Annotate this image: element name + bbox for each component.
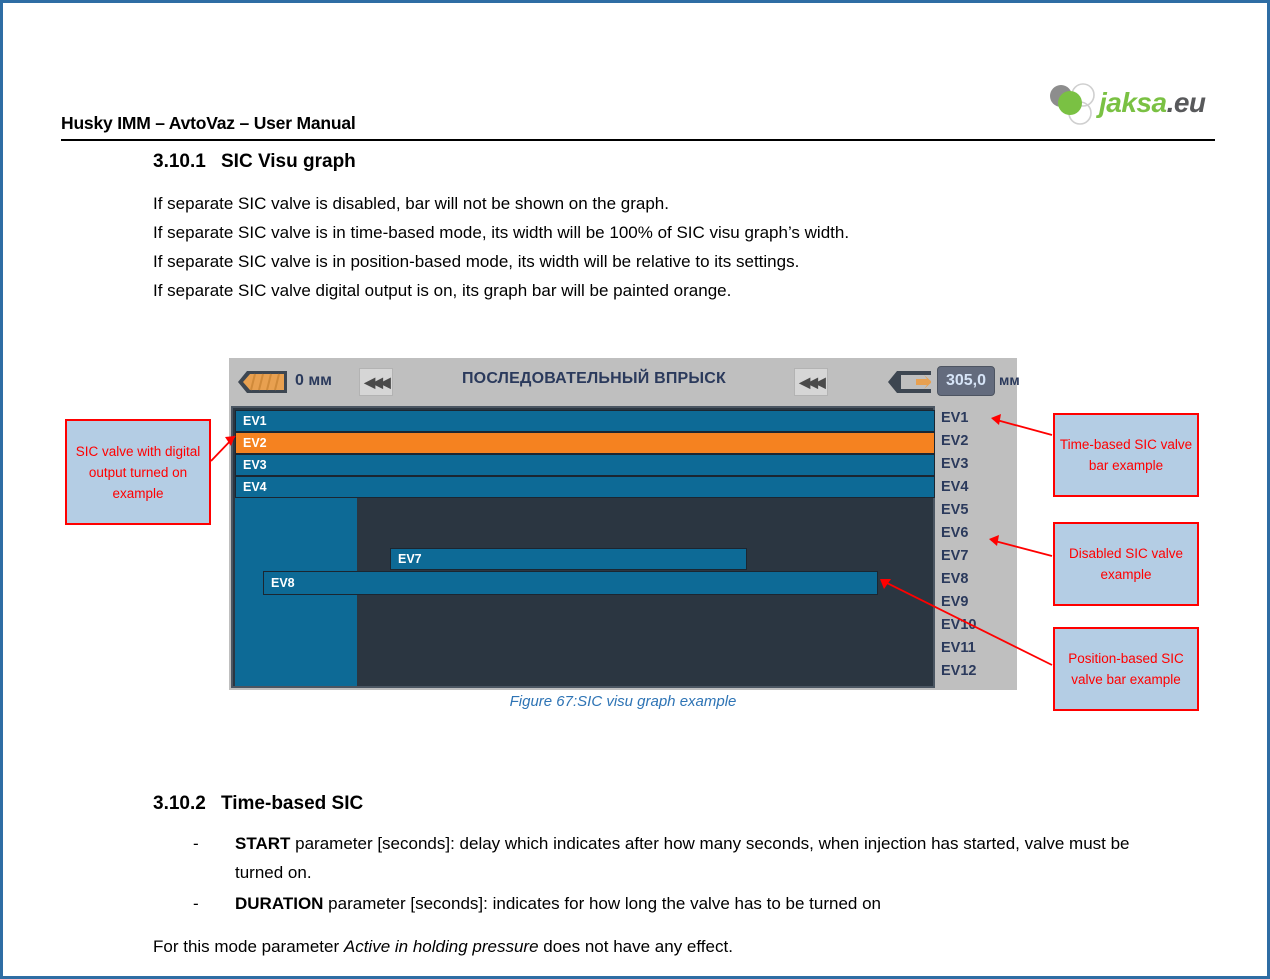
ev-label: EV9 <box>941 594 969 610</box>
jaksa-logo: jaksa.eu <box>1047 81 1215 127</box>
intro-line: If separate SIC valve digital output is … <box>153 281 732 300</box>
sic-visu-graph-panel: EV1 EV2 EV3 EV4 EV7 EV8 <box>231 406 935 688</box>
sic-bar-ev4[interactable]: EV4 <box>235 476 935 498</box>
bullet-list: - START parameter [seconds]: delay which… <box>193 829 1153 920</box>
ev-label: EV2 <box>941 433 969 449</box>
logo-name-suffix: .eu <box>1166 87 1206 118</box>
bullet-text: parameter [seconds]: indicates for how l… <box>323 894 882 913</box>
screw-position-right-value: 305,0 <box>945 372 987 389</box>
ev-label: EV10 <box>941 617 977 633</box>
ev-label: EV3 <box>941 456 969 472</box>
jaksa-logo-text: jaksa.eu <box>1099 87 1206 119</box>
sic-bar-ev1[interactable]: EV1 <box>235 410 935 432</box>
imm-screen-figure: 0 мм ◀◀◀ ПОСЛЕДОВАТЕЛЬНЫЙ ВПРЫСК ◀◀◀ 305… <box>229 358 1020 690</box>
sic-bar-ev3[interactable]: EV3 <box>235 454 935 476</box>
sic-bar-label: EV1 <box>243 414 267 428</box>
bullet-dash: - <box>193 894 199 913</box>
screw-position-left-value: 0 мм <box>295 372 333 389</box>
ev-label: EV7 <box>941 548 969 564</box>
screen-topbar: 0 мм ◀◀◀ ПОСЛЕДОВАТЕЛЬНЫЙ ВПРЫСК ◀◀◀ 305… <box>229 358 1020 406</box>
bullet-term: START <box>235 834 291 853</box>
chevron-left-icon: ◀◀◀ <box>364 373 390 390</box>
section-heading-3-10-2: 3.10.2 Time-based SIC <box>153 793 363 815</box>
chevron-right-button[interactable]: ◀◀◀ <box>794 368 828 396</box>
sic-bar-ev8[interactable]: EV8 <box>263 571 878 595</box>
document-page: Husky IMM – AvtoVaz – User Manual jaksa.… <box>0 0 1270 979</box>
closing-note-pre: For this mode parameter <box>153 937 344 956</box>
ev-label: EV11 <box>941 640 976 656</box>
sic-bar-label: EV3 <box>243 458 267 472</box>
sic-bar-ev7[interactable]: EV7 <box>390 548 747 570</box>
screw-barrel-left-icon <box>238 371 287 393</box>
screen-title: ПОСЛЕДОВАТЕЛЬНЫЙ ВПРЫСК <box>461 370 726 387</box>
ev-label: EV6 <box>941 525 969 541</box>
chevron-right-icon: ◀◀◀ <box>799 373 825 390</box>
header-divider <box>61 139 1215 141</box>
sic-bar-label: EV2 <box>243 436 267 450</box>
ev-label: EV12 <box>941 663 977 679</box>
section-heading-3-10-1: 3.10.1 SIC Visu graph <box>153 151 356 173</box>
bullet-dash: - <box>193 834 199 853</box>
sic-bar-label: EV4 <box>243 480 267 494</box>
sic-bar-ev2[interactable]: EV2 <box>235 432 935 454</box>
ev-label: EV8 <box>941 571 969 587</box>
page-header-title: Husky IMM – AvtoVaz – User Manual <box>61 113 356 133</box>
intro-line: If separate SIC valve is disabled, bar w… <box>153 194 669 213</box>
ev-label-column: EV1 EV2 EV3 EV4 EV5 EV6 EV7 EV8 EV9 EV10… <box>941 408 1011 686</box>
intro-paragraph: If separate SIC valve is disabled, bar w… <box>153 189 849 305</box>
list-item: - START parameter [seconds]: delay which… <box>193 829 1153 887</box>
list-item: - DURATION parameter [seconds]: indicate… <box>193 889 1153 918</box>
closing-note-emphasis: Active in holding pressure <box>343 937 539 956</box>
logo-name-primary: jaksa <box>1099 87 1167 118</box>
screw-position-right-unit: мм <box>999 372 1020 388</box>
sic-bar-label: EV8 <box>271 576 295 590</box>
callout-digital-output-on: SIC valve with digital output turned on … <box>65 419 211 525</box>
section-title: Time-based SIC <box>221 793 364 814</box>
figure-caption: Figure 67:SIC visu graph example <box>509 693 737 710</box>
section-title: SIC Visu graph <box>221 151 356 172</box>
intro-line: If separate SIC valve is in position-bas… <box>153 252 800 271</box>
bullet-text: parameter [seconds]: delay which indicat… <box>235 834 1130 882</box>
bullet-term: DURATION <box>235 894 324 913</box>
sic-bar-label: EV7 <box>398 552 422 566</box>
callout-disabled-valve: Disabled SIC valve example <box>1053 522 1199 606</box>
screw-position-right-field[interactable]: 305,0 <box>937 366 995 396</box>
ev-label: EV4 <box>941 479 969 495</box>
ev-label: EV1 <box>941 410 969 426</box>
intro-line: If separate SIC valve is in time-based m… <box>153 223 850 242</box>
chevron-left-button[interactable]: ◀◀◀ <box>359 368 393 396</box>
section-number: 3.10.2 <box>153 793 206 814</box>
ev-label: EV5 <box>941 502 969 518</box>
section-number: 3.10.1 <box>153 151 206 172</box>
callout-position-based-bar: Position-based SIC valve bar example <box>1053 627 1199 711</box>
jaksa-logo-mark <box>1050 83 1095 125</box>
closing-note: For this mode parameter Active in holdin… <box>153 937 733 957</box>
callout-time-based-bar: Time-based SIC valve bar example <box>1053 413 1199 497</box>
screw-barrel-right-icon <box>888 371 931 393</box>
closing-note-post: does not have any effect. <box>538 937 733 956</box>
